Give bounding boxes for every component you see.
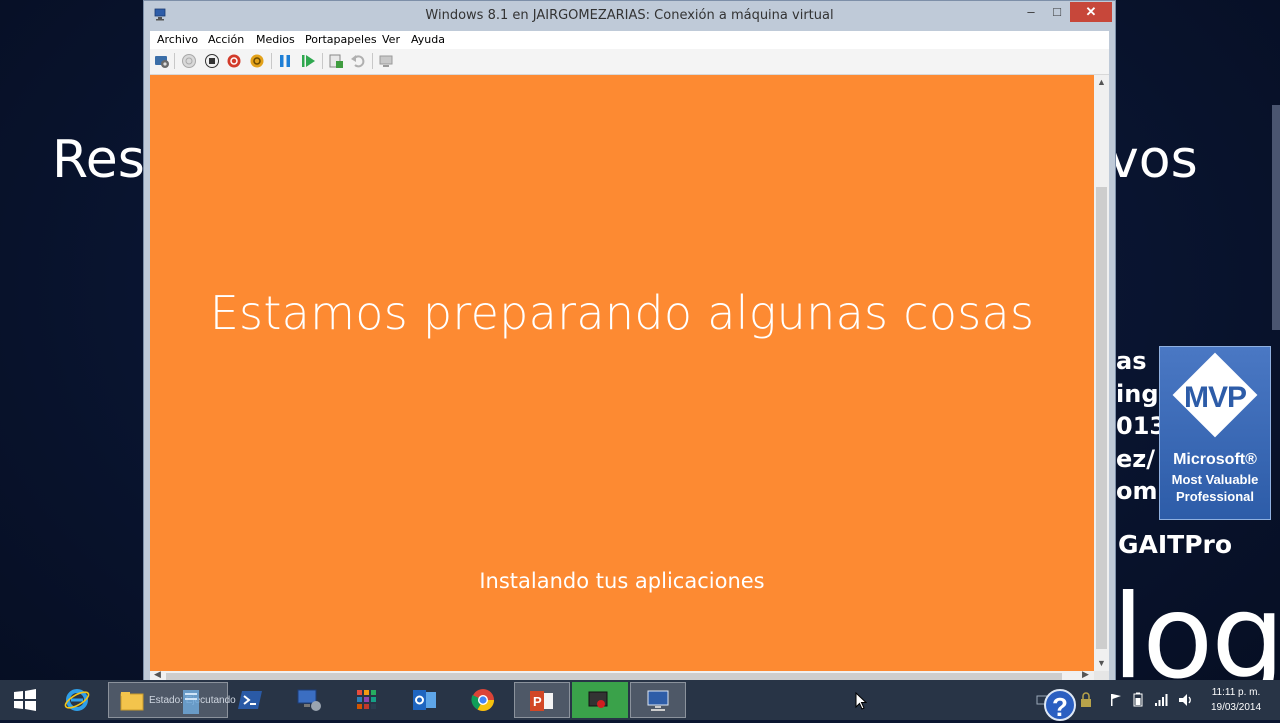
menu-archivo[interactable]: Archivo <box>157 33 198 46</box>
taskbar: Estado: Ejecutando P 11:11 p. m. 19/03/2… <box>0 680 1280 720</box>
revert-icon[interactable] <box>350 53 366 69</box>
enhanced-session-icon[interactable] <box>378 53 394 69</box>
snapshot-icon[interactable] <box>328 53 344 69</box>
menu-portapapeles[interactable]: Portapapeles <box>305 33 377 46</box>
toolbar-separator <box>174 53 175 69</box>
scroll-down-arrow-icon[interactable]: ▼ <box>1094 656 1109 671</box>
signal-icon[interactable] <box>1154 692 1170 708</box>
volume-icon[interactable] <box>1178 692 1194 708</box>
maximize-button[interactable]: □ <box>1044 2 1070 22</box>
outlook-icon <box>413 690 436 710</box>
menu-bar: Archivo Acción Medios Portapapeles Ver A… <box>150 31 1109 49</box>
apps-grid-icon <box>357 690 376 709</box>
taskbar-powershell[interactable] <box>224 682 280 718</box>
title-bar[interactable]: Windows 8.1 en JAIRGOMEZARIAS: Conexión … <box>144 1 1115 31</box>
taskbar-internet-explorer[interactable] <box>50 682 106 718</box>
setup-heading: Estamos preparando algunas cosas <box>209 286 1035 340</box>
battery-icon[interactable] <box>1130 692 1146 708</box>
toolbar-separator <box>322 53 323 69</box>
toolbar-separator <box>372 53 373 69</box>
action-center-flag-icon[interactable] <box>1108 692 1124 708</box>
pause-icon[interactable] <box>277 53 293 69</box>
clock-date: 19/03/2014 <box>1210 702 1262 713</box>
remote-desktop-icon <box>297 689 321 711</box>
vertical-scroll-thumb[interactable] <box>1096 187 1107 649</box>
minimize-button[interactable]: ‒ <box>1018 2 1044 22</box>
taskbar-chrome[interactable] <box>456 682 512 718</box>
vm-connect-icon <box>647 690 669 711</box>
slide-title-right-fragment: vos <box>1108 130 1198 190</box>
vm-connection-window: Windows 8.1 en JAIRGOMEZARIAS: Conexión … <box>143 0 1116 686</box>
clock-time: 11:11 p. m. <box>1211 687 1261 698</box>
reset-icon[interactable] <box>300 53 316 69</box>
mvp-subtitle-line: Professional <box>1175 489 1255 504</box>
taskbar-vm-connect[interactable] <box>630 682 686 718</box>
taskbar-remote-desktop[interactable] <box>282 682 338 718</box>
start-icon[interactable] <box>181 53 197 69</box>
mvp-subtitle: Most Valuable Professional <box>1160 471 1270 505</box>
turn-off-icon[interactable] <box>204 53 220 69</box>
taskbar-outlook[interactable] <box>398 682 454 718</box>
help-icon[interactable]: ? <box>1044 689 1076 722</box>
window-title: Windows 8.1 en JAIRGOMEZARIAS: Conexión … <box>425 8 834 23</box>
taskbar-powerpoint[interactable]: P <box>514 682 570 718</box>
mouse-pointer-icon <box>855 692 867 710</box>
close-button[interactable]: ✕ <box>1070 2 1112 22</box>
slide-handle-text: GAITPro <box>1118 530 1233 559</box>
system-clock[interactable]: 11:11 p. m. 19/03/2014 <box>1200 685 1272 715</box>
menu-medios[interactable]: Medios <box>256 33 295 46</box>
taskbar-recorder[interactable] <box>572 682 628 718</box>
internet-explorer-icon <box>64 689 90 711</box>
svg-text:P: P <box>533 694 542 709</box>
menu-accion[interactable]: Acción <box>208 33 244 46</box>
guest-os-screen[interactable]: Estamos preparando algunas cosas Instala… <box>150 75 1094 671</box>
screen-recorder-icon <box>588 691 608 708</box>
menu-ver[interactable]: Ver <box>382 33 400 46</box>
scroll-up-arrow-icon[interactable]: ▲ <box>1094 75 1109 90</box>
taskbar-file-explorer[interactable]: Estado: Ejecutando <box>108 682 236 718</box>
file-explorer-icon <box>120 692 144 711</box>
mvp-brand: Microsoft® <box>1173 451 1257 468</box>
ctrl-alt-del-icon[interactable] <box>154 53 170 69</box>
lock-icon[interactable] <box>1078 692 1094 708</box>
toolbar <box>150 49 1109 75</box>
powerpoint-icon: P <box>530 691 553 711</box>
mvp-logo-text: MVP <box>1183 381 1247 414</box>
shutdown-icon[interactable] <box>226 53 242 69</box>
windows-start-icon[interactable] <box>13 688 37 712</box>
mvp-subtitle-line: Most Valuable <box>1171 472 1259 487</box>
horizontal-scroll-thumb[interactable] <box>166 673 1062 680</box>
background-scrollbar <box>1272 105 1280 330</box>
setup-status-text: Instalando tus aplicaciones <box>479 569 765 593</box>
toolbar-separator <box>271 53 272 69</box>
save-icon[interactable] <box>249 53 265 69</box>
powershell-icon <box>238 691 262 709</box>
taskbar-apps-grid[interactable] <box>340 682 396 718</box>
chrome-icon <box>471 689 494 711</box>
vertical-scrollbar[interactable]: ▲ ▼ <box>1094 75 1109 671</box>
menu-ayuda[interactable]: Ayuda <box>411 33 445 46</box>
mvp-logo: MVP Microsoft® Most Valuable Professiona… <box>1159 346 1271 520</box>
window-client-area: Archivo Acción Medios Portapapeles Ver A… <box>150 31 1109 681</box>
server-manager-icon <box>183 690 199 714</box>
